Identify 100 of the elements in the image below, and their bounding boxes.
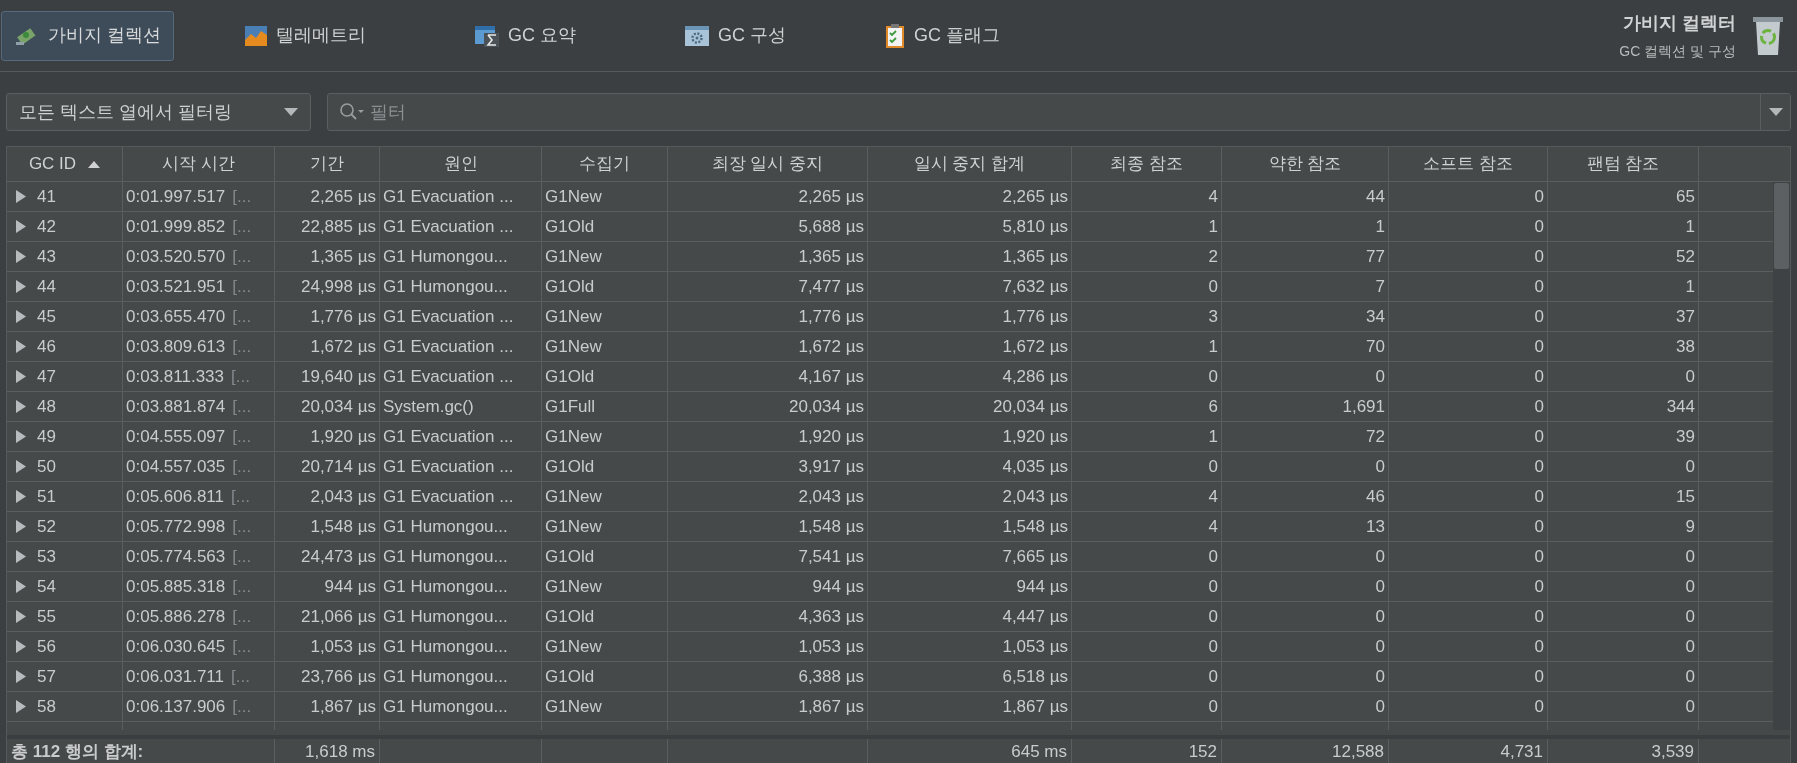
- table-cell: 0: [1389, 272, 1548, 301]
- tab[interactable]: GC 요약: [461, 10, 589, 61]
- tree-row-cell[interactable]: 42: [7, 212, 123, 241]
- expand-arrow-icon[interactable]: [15, 370, 27, 383]
- tree-row-cell[interactable]: 47: [7, 362, 123, 391]
- table-cell: 0: [1389, 632, 1548, 661]
- expand-arrow-icon[interactable]: [15, 490, 27, 503]
- expand-arrow-icon[interactable]: [15, 280, 27, 293]
- table-cell: 2,265 µs: [668, 182, 868, 211]
- table-cell: 0:01.999.852 [...: [123, 212, 275, 241]
- table-cell: 944 µs: [868, 572, 1072, 601]
- table-cell: G1 Evacuation ...: [380, 332, 542, 361]
- table-cell: G1New: [542, 242, 668, 271]
- filter-scope-dropdown[interactable]: 모든 텍스트 열에서 필터링: [6, 93, 311, 131]
- expand-arrow-icon[interactable]: [15, 520, 27, 533]
- table-cell: G1Old: [542, 272, 668, 301]
- tree-row-cell[interactable]: 50: [7, 452, 123, 481]
- tree-row-cell[interactable]: 43: [7, 242, 123, 271]
- tree-row-cell[interactable]: 49: [7, 422, 123, 451]
- table-cell: 0:04.555.097 [...: [123, 422, 275, 451]
- expand-arrow-icon[interactable]: [15, 460, 27, 473]
- table-cell: 1,920 µs: [868, 422, 1072, 451]
- column-header[interactable]: 팬텀 참조: [1548, 147, 1699, 181]
- table-cell: 0: [1072, 692, 1222, 721]
- column-header[interactable]: 일시 중지 합계: [868, 147, 1072, 181]
- table-cell: G1Old: [542, 452, 668, 481]
- table-cell: G1 Humongou...: [380, 272, 542, 301]
- table-cell: 0: [1389, 662, 1548, 691]
- tree-row-cell[interactable]: 48: [7, 392, 123, 421]
- tree-row-cell[interactable]: 55: [7, 602, 123, 631]
- expand-arrow-icon[interactable]: [15, 610, 27, 623]
- tree-row-cell[interactable]: 45: [7, 302, 123, 331]
- tree-row-cell[interactable]: 57: [7, 662, 123, 691]
- expand-arrow-icon[interactable]: [15, 430, 27, 443]
- table-cell: 0:05.886.278 [...: [123, 602, 275, 631]
- search-icon: [339, 102, 365, 122]
- tree-row-cell[interactable]: 56: [7, 632, 123, 661]
- column-header[interactable]: 약한 참조: [1222, 147, 1389, 181]
- table-cell: 0:03.881.874 [...: [123, 392, 275, 421]
- tree-row-cell[interactable]: 51: [7, 482, 123, 511]
- tab[interactable]: 가비지 컬렉션: [1, 10, 174, 61]
- scrollbar-thumb[interactable]: [1774, 183, 1789, 269]
- table-cell: G1 Evacuation ...: [380, 482, 542, 511]
- table-cell: 1,920 µs: [668, 422, 868, 451]
- expand-arrow-icon[interactable]: [15, 580, 27, 593]
- tree-row-cell[interactable]: 44: [7, 272, 123, 301]
- column-header[interactable]: 기간: [275, 147, 380, 181]
- table-cell: 5,810 µs: [868, 212, 1072, 241]
- table-cell: 1,867 µs: [275, 692, 380, 721]
- expand-arrow-icon[interactable]: [15, 700, 27, 713]
- table-sum-icon: [474, 23, 500, 48]
- filter-history-button[interactable]: [1760, 94, 1790, 130]
- table-cell: 0: [1389, 422, 1548, 451]
- table-cell: 0: [1548, 632, 1699, 661]
- totals-label: 총 112 행의 합계:: [11, 741, 144, 763]
- filter-field[interactable]: 필터: [327, 93, 1791, 131]
- expand-arrow-icon[interactable]: [15, 250, 27, 263]
- column-header[interactable]: 수집기: [542, 147, 668, 181]
- table-cell: 1,672 µs: [668, 332, 868, 361]
- tree-row-cell[interactable]: 41: [7, 182, 123, 211]
- column-header[interactable]: 최종 참조: [1072, 147, 1222, 181]
- page-title: 가비지 컬렉터: [1623, 11, 1736, 35]
- column-header[interactable]: GC ID: [7, 147, 123, 181]
- table-cell: 0: [1222, 362, 1389, 391]
- table-cell: 944 µs: [275, 572, 380, 601]
- table-cell: 1,548 µs: [868, 512, 1072, 541]
- tree-row-cell[interactable]: 53: [7, 542, 123, 571]
- table-cell: G1 Humongou...: [380, 692, 542, 721]
- table-cell: 24,473 µs: [275, 542, 380, 571]
- page-subtitle: GC 컬렉션 및 구성: [1619, 41, 1736, 61]
- expand-arrow-icon[interactable]: [15, 310, 27, 323]
- tree-row-cell[interactable]: 58: [7, 692, 123, 721]
- table-cell: 1,672 µs: [275, 332, 380, 361]
- table-cell: 1,365 µs: [868, 242, 1072, 271]
- tree-row-cell[interactable]: 46: [7, 332, 123, 361]
- tab[interactable]: GC 구성: [671, 10, 799, 61]
- tab[interactable]: GC 플래그: [871, 10, 1013, 61]
- table-cell: 20,034 µs: [868, 392, 1072, 421]
- table-cell: G1 Humongou...: [380, 512, 542, 541]
- column-header[interactable]: 최장 일시 중지: [668, 147, 868, 181]
- column-header[interactable]: 원인: [380, 147, 542, 181]
- expand-arrow-icon[interactable]: [15, 670, 27, 683]
- expand-arrow-icon[interactable]: [15, 220, 27, 233]
- expand-arrow-icon[interactable]: [15, 400, 27, 413]
- table-cell: 1: [1548, 212, 1699, 241]
- table-cell: 0:01.997.517 [...: [123, 182, 275, 211]
- expand-arrow-icon[interactable]: [15, 550, 27, 563]
- expand-arrow-icon[interactable]: [15, 190, 27, 203]
- table-cell: 0:05.885.318 [...: [123, 572, 275, 601]
- expand-arrow-icon[interactable]: [15, 340, 27, 353]
- table-cell: 7,477 µs: [668, 272, 868, 301]
- expand-arrow-icon[interactable]: [15, 640, 27, 653]
- tree-row-cell[interactable]: 52: [7, 512, 123, 541]
- tab[interactable]: 텔레메트리: [231, 10, 379, 61]
- table-cell: 0: [1389, 572, 1548, 601]
- column-header[interactable]: 시작 시간: [123, 147, 275, 181]
- table-cell: 0: [1222, 602, 1389, 631]
- column-header[interactable]: 소프트 참조: [1389, 147, 1548, 181]
- table-cell: 6,518 µs: [868, 662, 1072, 691]
- tree-row-cell[interactable]: 54: [7, 572, 123, 601]
